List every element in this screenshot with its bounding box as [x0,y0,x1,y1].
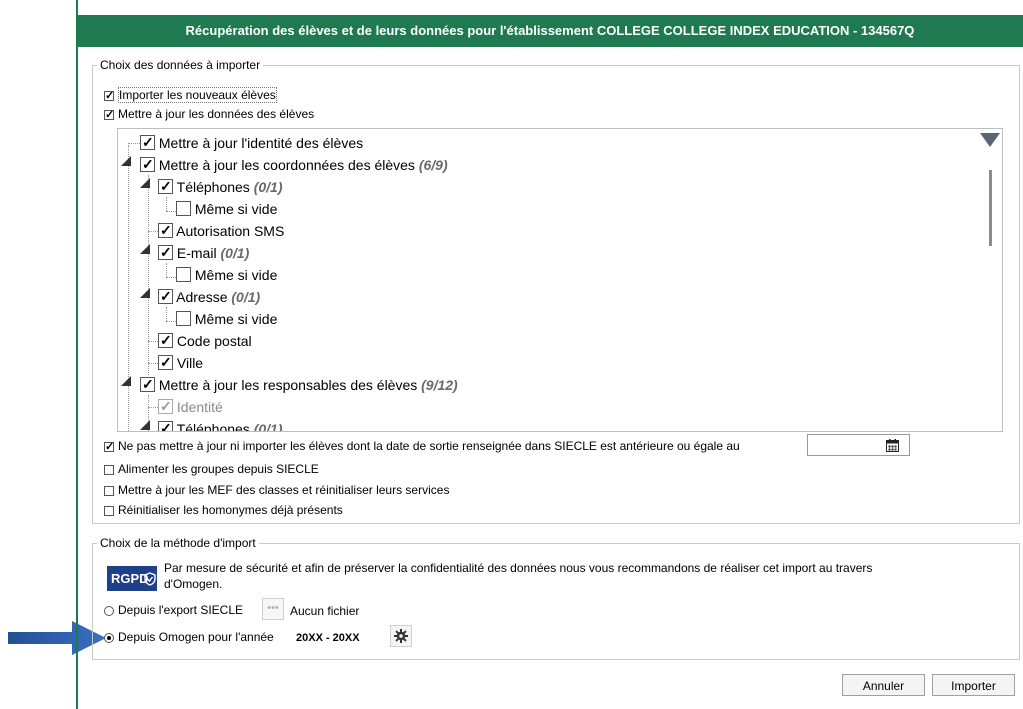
mef-row[interactable]: Mettre à jour les MEF des classes et réi… [104,482,449,498]
tree-item-checkbox[interactable] [158,219,173,241]
collapse-guardians-icon[interactable] [121,376,131,386]
tree-item-guardians[interactable]: Mettre à jour les responsables des élève… [140,373,458,396]
import-new-students-label: Importer les nouveaux élèves [118,87,277,103]
tree-item-postal-code[interactable]: Code postal [158,329,252,352]
tree-item-checkbox[interactable] [158,351,173,373]
update-students-row[interactable]: Mettre à jour les données des élèves [104,106,315,123]
siecle-file-text: Aucun fichier [290,604,360,618]
tree-item-checkbox [158,395,173,417]
groups-checkbox[interactable] [104,464,114,475]
tree-item-label: Autorisation SMS [176,223,285,239]
tree-item-label: Mettre à jour les responsables des élève… [158,377,418,393]
tree-item-checkbox[interactable] [158,329,173,351]
tree-item-checkbox[interactable] [140,373,155,395]
rgpd-notice-line2: d'Omogen. [164,577,223,591]
tree-item-count: (9/12) [421,377,458,393]
tree-item-identity[interactable]: Mettre à jour l'identité des élèves [140,131,364,154]
tree-item-count: (0/1) [231,289,261,305]
exit-date-checkbox[interactable] [104,439,114,455]
groups-row[interactable]: Alimenter les groupes depuis SIECLE [104,461,319,477]
shield-check-icon [144,572,156,586]
tree-item-address[interactable]: Adresse (0/1) [158,285,261,308]
import-new-students-checkbox[interactable] [104,88,114,104]
import-button[interactable]: Importer [932,674,1015,696]
tree-item-phones-even-empty[interactable]: Même si vide [176,198,277,220]
update-options-tree[interactable]: Mettre à jour l'identité des élèves Mett… [117,128,1003,432]
rgpd-badge: RGPD [107,566,157,591]
tree-item-label: Mettre à jour les coordonnées des élèves [158,157,415,173]
tree-item-checkbox[interactable] [158,285,173,307]
tree-item-label: Même si vide [194,267,278,283]
ellipsis-icon: ••• [267,602,279,614]
tree-item-label: E-mail [176,245,217,261]
rgpd-badge-label: RGPD [111,571,149,586]
import-method-legend: Choix de la méthode d'import [100,536,256,550]
omogen-radio[interactable] [104,632,114,643]
calendar-icon[interactable] [886,439,899,452]
exit-date-field[interactable] [807,434,910,456]
siecle-label: Depuis l'export SIECLE [118,603,244,617]
tree-item-email-even-empty[interactable]: Même si vide [176,264,277,286]
tree-item-guardian-identity: Identité [158,395,223,418]
tree-item-city[interactable]: Ville [158,351,204,374]
groups-label: Alimenter les groupes depuis SIECLE [118,462,319,476]
import-new-students-row[interactable]: Importer les nouveaux élèves [104,87,277,104]
dialog-title: Récupération des élèves et de leurs donn… [77,15,1023,47]
collapse-email-icon[interactable] [140,244,150,254]
collapse-guardian-phones-icon[interactable] [140,420,150,430]
tree-item-label: Téléphones [176,421,250,432]
tree-item-phones[interactable]: Téléphones (0/1) [158,175,283,198]
tree-item-coordinates[interactable]: Mettre à jour les coordonnées des élèves… [140,153,448,176]
siecle-option-row[interactable]: Depuis l'export SIECLE [104,602,243,618]
tree-item-checkbox[interactable] [158,175,173,197]
exit-date-row[interactable]: Ne pas mettre à jour ni importer les élè… [104,438,740,455]
tree-item-label: Mettre à jour l'identité des élèves [158,135,364,151]
homonyms-row[interactable]: Réinitialiser les homonymes déjà présent… [104,502,343,518]
omogen-label: Depuis Omogen pour l'année [118,630,274,644]
data-choice-legend: Choix des données à importer [100,58,261,72]
tree-item-label: Code postal [176,333,252,349]
omogen-settings-button[interactable] [390,625,412,647]
scrollbar-thumb[interactable] [989,170,992,246]
siecle-radio[interactable] [104,605,114,616]
collapse-phones-icon[interactable] [140,178,150,188]
tree-item-email[interactable]: E-mail (0/1) [158,241,250,264]
tree-item-checkbox[interactable] [140,153,155,175]
mef-label: Mettre à jour les MEF des classes et réi… [118,483,450,497]
tree-item-label: Même si vide [194,201,278,217]
collapse-address-icon[interactable] [140,288,150,298]
tree-item-checkbox[interactable] [140,131,155,153]
tree-item-label: Adresse [176,289,228,305]
tree-item-label: Téléphones [176,179,250,195]
tree-item-count: (0/1) [253,179,283,195]
homonyms-checkbox[interactable] [104,505,114,516]
exit-date-label: Ne pas mettre à jour ni importer les élè… [118,439,740,453]
scroll-down-icon[interactable] [980,133,1000,149]
homonyms-label: Réinitialiser les homonymes déjà présent… [118,503,343,517]
mef-checkbox[interactable] [104,485,114,496]
tree-item-label: Même si vide [194,311,278,327]
tree-item-count: (0/1) [220,245,250,261]
rgpd-notice-line1: Par mesure de sécurité et afin de préser… [164,561,873,575]
tree-item-label: Ville [176,355,204,371]
tree-item-count: (6/9) [418,157,448,173]
update-students-label: Mettre à jour les données des élèves [118,107,315,121]
tree-item-label: Identité [176,399,223,415]
tree-item-count: (0/1) [253,421,283,432]
omogen-year: 20XX - 20XX [296,632,360,644]
tree-item-checkbox[interactable] [176,267,191,282]
browse-file-button[interactable]: ••• [262,598,284,620]
tree-item-sms-authorization[interactable]: Autorisation SMS [158,219,285,242]
tree-item-checkbox[interactable] [158,241,173,263]
cancel-button[interactable]: Annuler [842,674,925,696]
tree-item-checkbox[interactable] [176,201,191,216]
tree-item-checkbox[interactable] [158,417,173,431]
omogen-option-row[interactable]: Depuis Omogen pour l'année [104,629,274,645]
tree-item-checkbox[interactable] [176,311,191,326]
tree-item-address-even-empty[interactable]: Même si vide [176,308,277,330]
gear-icon [394,629,408,643]
tree-item-guardian-phones[interactable]: Téléphones (0/1) [158,417,283,432]
update-students-checkbox[interactable] [104,107,114,123]
collapse-coordinates-icon[interactable] [121,156,131,166]
